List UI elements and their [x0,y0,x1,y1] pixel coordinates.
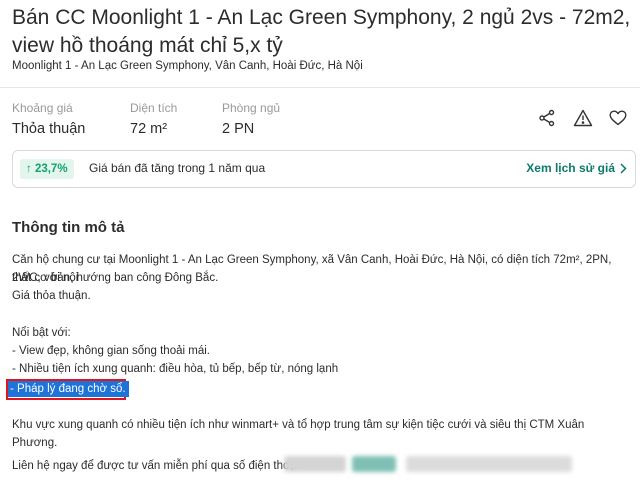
stat-label: Khoảng giá [12,101,73,115]
share-icon [539,109,555,127]
stat-value: 2 PN [222,121,255,137]
price-trend-box: ↑ 23,7% Giá bán đã tăng trong 1 năm qua … [12,150,636,188]
contact-text: Liên hệ ngay để được tư vấn miễn phí qua… [12,460,299,472]
description-line: Giá thỏa thuận. [12,290,91,302]
divider [0,87,640,88]
stat-value: Thỏa thuận [12,121,86,137]
description-heading: Thông tin mô tả [12,219,125,236]
show-phone-button[interactable] [352,456,396,472]
area-description: Khu vực xung quanh có nhiều tiện ích như… [12,419,585,449]
chevron-right-icon [620,162,627,174]
listing-title: Bán CC Moonlight 1 - An Lạc Green Sympho… [12,6,631,57]
stat-value: 72 m² [130,121,168,137]
favorite-button[interactable] [608,108,628,128]
stat-price: Khoảng giá Thỏa thuận [12,101,85,137]
stat-bedrooms: Phòng ngủ 2 PN [222,101,280,137]
price-history-link[interactable]: Xem lịch sử giá [526,161,627,175]
highlight-item: - Nhiều tiện ích xung quanh: điều hòa, t… [12,363,339,375]
share-button[interactable] [537,108,557,128]
highlight-item: - View đẹp, không gian sống thoải mái. [12,345,210,357]
description-line: thất cơ bản, hướng ban công Đông Bắc. [12,272,219,284]
phone-number-masked [284,456,346,472]
warning-icon [573,109,593,127]
stat-label: Phòng ngủ [222,101,281,115]
report-button[interactable] [573,108,593,128]
heart-icon [609,110,627,126]
selected-highlight-item[interactable]: - Pháp lý đang chờ sổ. [8,381,129,397]
stat-area: Diện tích 72 m² [130,101,177,137]
stat-label: Diện tích [130,101,178,115]
contact-name-masked [406,456,572,472]
highlights-heading: Nổi bật với: [12,327,71,339]
listing-address[interactable]: Moonlight 1 - An Lạc Green Symphony, Vân… [12,60,363,72]
price-trend-text: Giá bán đã tăng trong 1 năm qua [89,161,266,175]
price-change-badge: ↑ 23,7% [20,159,74,179]
price-history-label: Xem lịch sử giá [526,161,615,175]
